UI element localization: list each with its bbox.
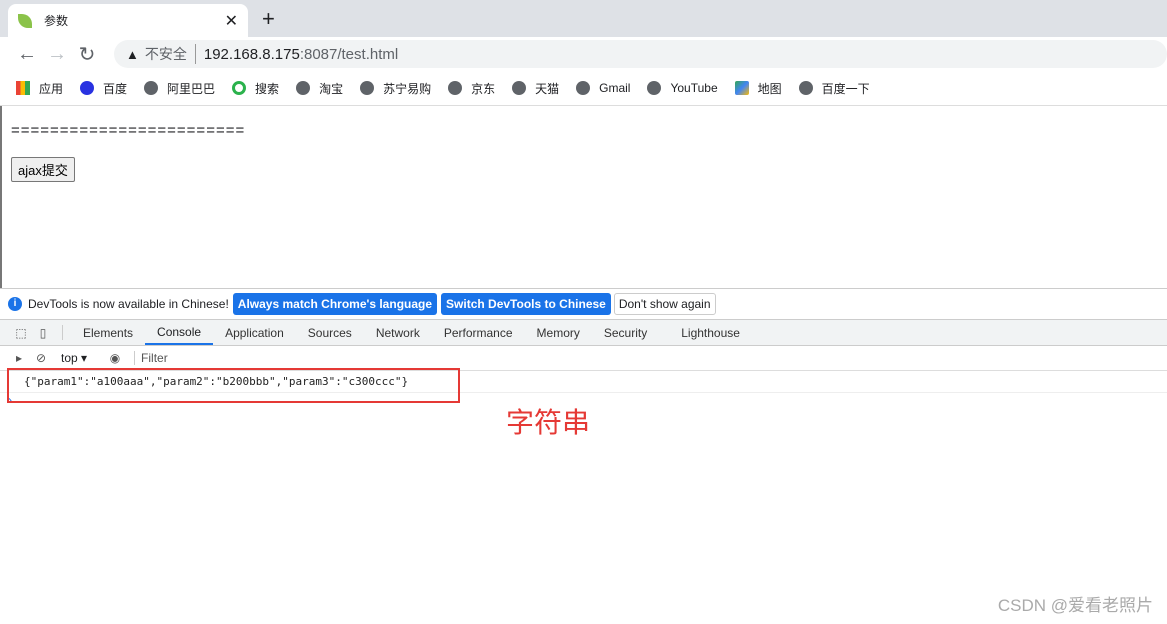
highlight-box <box>7 368 460 403</box>
watermark: CSDN @爱看老照片 <box>997 596 1153 615</box>
maps-icon <box>734 81 749 95</box>
context-selector[interactable]: top ▾ <box>61 351 87 365</box>
tab-security[interactable]: Security <box>592 320 659 345</box>
baidu-paw-icon <box>80 81 95 95</box>
bookmark-label: 阿里巴巴 <box>167 81 216 96</box>
bookmark-label: YouTube <box>670 81 718 95</box>
context-label: top <box>61 351 78 365</box>
bookmark-suning[interactable]: 苏宁易购 <box>360 80 431 97</box>
tab-title: 参数 <box>44 14 69 28</box>
forward-icon[interactable]: → <box>42 43 72 66</box>
close-tab-icon[interactable]: ✕ <box>225 11 238 31</box>
globe-icon <box>647 81 662 95</box>
globe-icon <box>144 81 159 95</box>
devtools-language-infobar: i DevTools is now available in Chinese! … <box>0 288 1167 319</box>
bookmark-label: 百度一下 <box>821 81 870 96</box>
apps-grid-icon <box>16 81 30 95</box>
bookmark-maps[interactable]: 地图 <box>734 80 782 97</box>
globe-icon <box>448 81 463 95</box>
bookmark-label: 搜索 <box>255 81 280 96</box>
bookmark-label: 京东 <box>471 81 496 96</box>
nav-bar: ← → ↻ ▲ 不安全 192.168.8.175:8087/test.html <box>0 37 1167 71</box>
browser-tab[interactable]: 参数 ✕ <box>8 4 248 37</box>
spring-leaf-icon <box>18 13 32 28</box>
page-content: ======================== ajax提交 <box>0 106 1167 288</box>
inspect-element-icon[interactable]: ⬚ <box>10 320 32 345</box>
bookmark-baidu-search[interactable]: 百度一下 <box>798 80 870 97</box>
tab-network[interactable]: Network <box>364 320 432 345</box>
tab-performance[interactable]: Performance <box>432 320 525 345</box>
bookmark-apps[interactable]: 应用 <box>16 80 63 97</box>
device-toggle-icon[interactable]: ▯ <box>32 320 54 345</box>
tab-elements[interactable]: Elements <box>71 320 145 345</box>
globe-icon <box>360 81 375 95</box>
bookmark-label: 地图 <box>757 81 782 96</box>
search-ring-icon <box>232 81 247 95</box>
tab-console[interactable]: Console <box>145 320 214 345</box>
divider <box>62 325 63 340</box>
devtools-tabbar: ⬚ ▯ Elements Console Application Sources… <box>0 319 1167 346</box>
bookmark-label: 天猫 <box>535 81 560 96</box>
match-language-button[interactable]: Always match Chrome's language <box>232 293 438 315</box>
globe-icon <box>576 81 591 95</box>
filter-input[interactable]: Filter <box>134 351 1167 365</box>
warning-icon: ▲ <box>126 46 139 62</box>
bookmark-youtube[interactable]: YouTube <box>647 81 718 95</box>
tab-lighthouse[interactable]: Lighthouse <box>659 320 752 345</box>
tab-strip: 参数 ✕ + <box>0 0 1167 37</box>
globe-icon <box>296 81 311 95</box>
bookmark-label: 苏宁易购 <box>383 81 432 96</box>
bookmark-label: 百度 <box>103 81 128 96</box>
info-text: DevTools is now available in Chinese! <box>28 297 229 311</box>
bookmark-label: Gmail <box>599 81 631 95</box>
ajax-submit-button[interactable]: ajax提交 <box>11 157 75 182</box>
bookmark-baidu[interactable]: 百度 <box>80 80 127 97</box>
bookmark-tmall[interactable]: 天猫 <box>512 80 559 97</box>
url-host: 192.168.8.175 <box>203 45 300 63</box>
bookmark-alibaba[interactable]: 阿里巴巴 <box>144 80 215 97</box>
eye-icon[interactable]: ◉ <box>104 351 126 365</box>
tab-memory[interactable]: Memory <box>525 320 592 345</box>
tab-sources[interactable]: Sources <box>296 320 364 345</box>
url-path: :8087/test.html <box>299 45 399 63</box>
bookmarks-bar: 应用 百度 阿里巴巴 搜索 淘宝 苏宁易购 京东 天猫 Gmail YouTub… <box>0 71 1167 106</box>
globe-icon <box>512 81 527 95</box>
globe-icon <box>798 81 813 95</box>
bookmark-gmail[interactable]: Gmail <box>576 81 630 95</box>
new-tab-button[interactable]: + <box>262 6 275 32</box>
dont-show-again-button[interactable]: Don't show again <box>613 293 716 315</box>
separator-text: ======================== <box>11 122 246 139</box>
bookmark-search[interactable]: 搜索 <box>232 80 279 97</box>
switch-chinese-button[interactable]: Switch DevTools to Chinese <box>441 293 611 315</box>
reload-icon[interactable]: ↻ <box>72 42 102 67</box>
address-bar[interactable]: ▲ 不安全 192.168.8.175:8087/test.html <box>114 40 1167 68</box>
annotation-label: 字符串 <box>506 407 591 438</box>
tab-application[interactable]: Application <box>213 320 296 345</box>
bookmark-label: 淘宝 <box>319 81 344 96</box>
back-icon[interactable]: ← <box>12 43 42 66</box>
insecure-label: 不安全 <box>145 44 196 64</box>
bookmark-label: 应用 <box>39 81 64 96</box>
bookmark-taobao[interactable]: 淘宝 <box>296 80 343 97</box>
bookmark-jd[interactable]: 京东 <box>448 80 495 97</box>
sidebar-toggle-icon[interactable]: ▸ <box>8 351 30 365</box>
clear-console-icon[interactable]: ⊘ <box>30 351 52 365</box>
info-icon: i <box>8 297 22 311</box>
